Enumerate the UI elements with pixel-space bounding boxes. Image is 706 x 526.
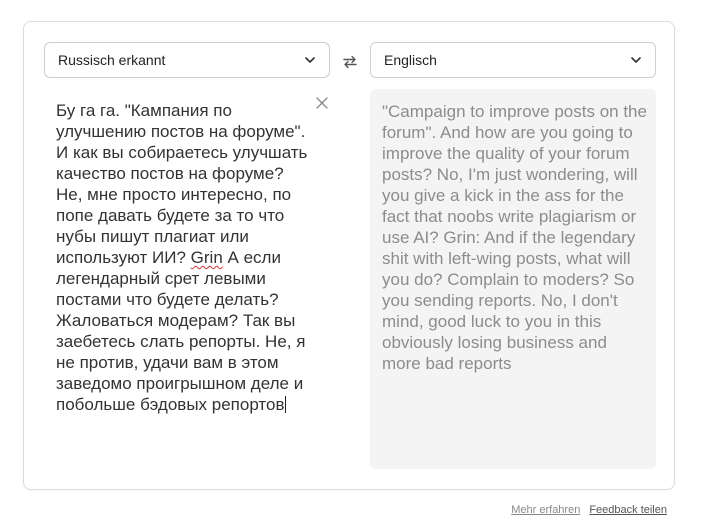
misspelled-word[interactable]: Grin [191,248,223,267]
close-icon [316,97,328,109]
source-language-select[interactable]: Russisch erkannt [44,42,330,78]
source-text-part: А если легендарный срет левыми постами ч… [56,248,311,414]
target-language-label: Englisch [384,52,437,68]
translation-text: "Campaign to improve posts on the forum"… [382,102,647,373]
clear-text-button[interactable] [313,94,331,112]
target-language-select[interactable]: Englisch [370,42,656,78]
source-text-part: Бу га га. "Кампания по улучшению постов … [56,101,313,267]
footer-links: Mehr erfahren Feedback teilen [511,504,667,516]
translation-panel: "Campaign to improve posts on the forum"… [370,89,656,469]
source-language-label: Russisch erkannt [58,52,166,68]
chevron-down-icon [631,55,641,65]
chevron-down-icon [305,55,315,65]
swap-arrows-icon[interactable] [340,52,360,72]
feedback-link[interactable]: Feedback teilen [589,504,667,516]
text-cursor [284,396,286,413]
learn-more-link[interactable]: Mehr erfahren [511,504,580,516]
source-text-input[interactable]: Бу га га. "Кампания по улучшению постов … [56,100,314,415]
